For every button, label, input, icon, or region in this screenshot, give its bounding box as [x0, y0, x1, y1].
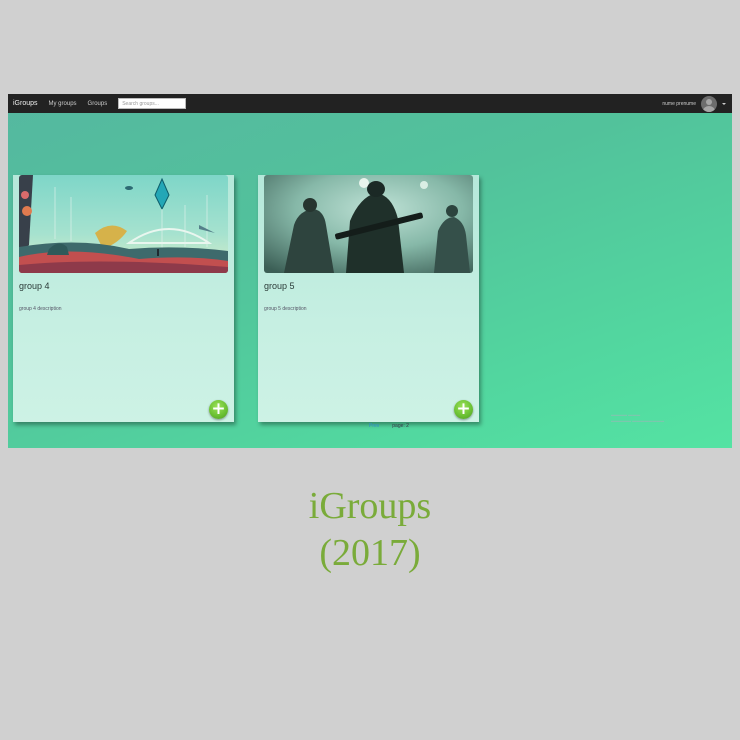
add-group-button[interactable]: +: [209, 400, 228, 419]
add-group-button[interactable]: +: [454, 400, 473, 419]
avatar[interactable]: [701, 95, 717, 112]
app-screenshot: iGroups My groups Groups nume prenume: [8, 94, 732, 448]
soldiers-image: [264, 175, 473, 273]
group-card[interactable]: group 5 group 5 description +: [258, 175, 479, 422]
group-title[interactable]: group 4: [19, 281, 50, 291]
chevron-down-icon[interactable]: [722, 102, 726, 105]
nav-link-my-groups[interactable]: My groups: [49, 101, 77, 107]
prev-page-link[interactable]: Prev: [369, 423, 379, 429]
footer-faint: ▬▬▬▬ ▬▬▬ ▬▬▬▬▬ ▬▬▬▬▬▬▬▬: [611, 412, 665, 423]
pagination: Prev page: 2: [369, 423, 409, 429]
group-card[interactable]: group 4 group 4 description +: [13, 175, 234, 422]
page-indicator: page: 2: [392, 423, 409, 429]
brand-link[interactable]: iGroups: [13, 100, 38, 107]
group-title[interactable]: group 5: [264, 281, 295, 291]
plus-icon: +: [211, 399, 226, 419]
user-name: nume prenume: [662, 100, 696, 107]
user-menu[interactable]: nume prenume: [662, 95, 726, 112]
group-image: [264, 175, 473, 273]
nav-link-groups[interactable]: Groups: [88, 101, 108, 107]
caption-title: iGroups: [308, 485, 432, 527]
navbar: iGroups My groups Groups nume prenume: [8, 94, 732, 113]
caption-year: (2017): [319, 532, 421, 574]
group-description: group 5 description: [264, 306, 307, 312]
search-input[interactable]: [118, 98, 187, 109]
plus-icon: +: [456, 399, 471, 419]
space-landscape-image: [19, 175, 228, 273]
group-image: [19, 175, 228, 273]
group-description: group 4 description: [19, 306, 62, 312]
